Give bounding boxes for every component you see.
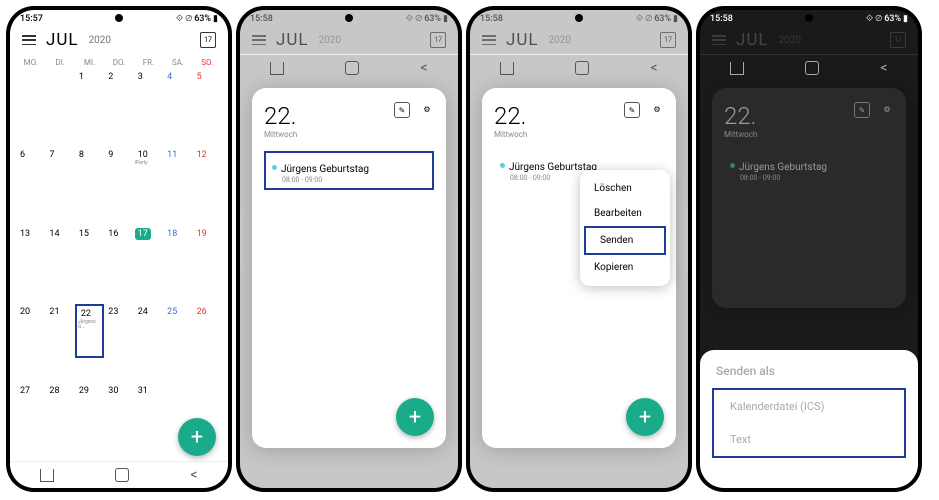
day-card-dim: 22.Mittwoch ✎⚙ Jürgens Geburtstag 08:00 … — [712, 88, 906, 308]
note-icon[interactable]: ✎ — [624, 102, 640, 118]
option-text[interactable]: Text — [714, 423, 904, 456]
event-item-highlighted[interactable]: Jürgens Geburtstag 08:00 - 09:00 — [264, 151, 434, 190]
selected-day-22[interactable]: 22Jürgens G... — [75, 304, 104, 358]
color-dot-icon — [272, 165, 277, 170]
today-icon[interactable]: 17 — [200, 32, 216, 48]
menu-edit[interactable]: Bearbeiten — [580, 201, 670, 226]
add-event-fab[interactable]: + — [626, 398, 664, 436]
menu-send-highlighted[interactable]: Senden — [584, 226, 666, 255]
send-as-sheet: Senden als Kalenderdatei (ICS) Text — [700, 350, 918, 488]
nav-bar: < — [10, 461, 228, 488]
note-icon[interactable]: ✎ — [394, 102, 410, 118]
context-menu: Löschen Bearbeiten Senden Kopieren — [580, 170, 670, 286]
nav-back[interactable]: < — [190, 467, 197, 483]
menu-copy[interactable]: Kopieren — [580, 255, 670, 280]
settings-icon[interactable]: ⚙ — [650, 102, 664, 116]
option-ics[interactable]: Kalenderdatei (ICS) — [714, 390, 904, 423]
phone-screen-1: 15:57 ⟐ ⊘ 63%▮ JUL 2020 17 MO.DI.MI.DO.F… — [6, 6, 232, 492]
settings-icon[interactable]: ⚙ — [420, 102, 434, 116]
weekday-row: MO.DI.MI.DO.FR.SA.SO. — [10, 54, 228, 69]
day-number: 22. — [264, 102, 297, 130]
calendar-header: JUL 2020 17 — [10, 24, 228, 54]
day-card: 22.Mittwoch ✎⚙ Jürgens Geburtstag 08:00 … — [252, 88, 446, 448]
calendar-grid[interactable]: 12345 678910iParty1112 13141516171819 20… — [10, 69, 228, 461]
add-event-fab[interactable]: + — [396, 398, 434, 436]
year-label: 2020 — [89, 35, 111, 46]
month-label[interactable]: JUL — [46, 30, 79, 50]
nav-recent[interactable] — [40, 469, 54, 482]
phone-screen-4: 15:58⟐ ⊘ 63%▮ JUL202017 22.Mittwoch ✎⚙ J… — [696, 6, 922, 492]
phone-screen-3: 15:58⟐ ⊘ 63%▮ JUL202017 22.Mittwoch ✎⚙ J… — [466, 6, 692, 492]
add-event-fab[interactable]: + — [178, 418, 216, 456]
phone-screen-2: 15:58⟐ ⊘ 63%▮ JUL202017 22.Mittwoch ✎⚙ J… — [236, 6, 462, 492]
sheet-title: Senden als — [700, 364, 918, 388]
nav-home[interactable] — [115, 468, 129, 482]
menu-icon[interactable] — [22, 35, 36, 45]
menu-delete[interactable]: Löschen — [580, 176, 670, 201]
